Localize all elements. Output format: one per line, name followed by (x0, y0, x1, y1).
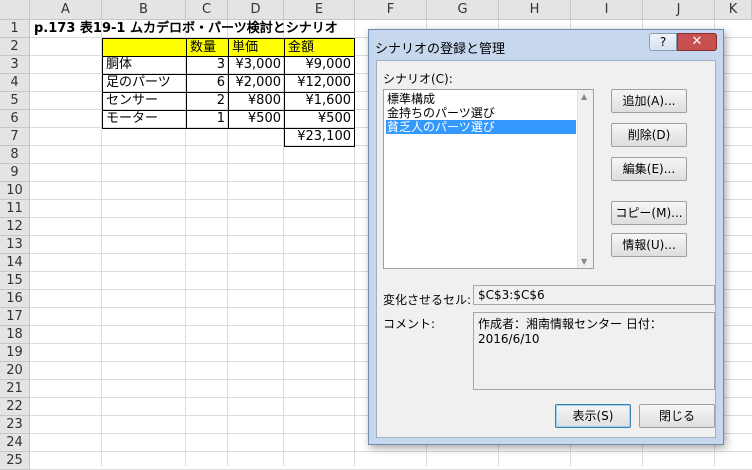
column-header-e[interactable]: E (284, 0, 355, 20)
row-header[interactable]: 1 (0, 20, 30, 38)
scroll-down-icon[interactable]: ▼ (581, 257, 587, 266)
row-header[interactable]: 10 (0, 182, 30, 200)
row-header[interactable]: 12 (0, 218, 30, 236)
row-header[interactable]: 19 (0, 344, 30, 362)
show-button[interactable]: 表示(S) (555, 404, 631, 428)
item-amount-cell[interactable]: ¥9,000 (284, 56, 355, 75)
row-header[interactable]: 14 (0, 254, 30, 272)
item-name-cell[interactable]: 胴体 (102, 56, 186, 75)
edit-button[interactable]: 編集(E)... (611, 157, 687, 181)
comment-label: コメント: (383, 317, 436, 331)
column-header-j[interactable]: J (643, 0, 715, 20)
scenario-list-label: シナリオ(C): (383, 72, 453, 86)
delete-button[interactable]: 削除(D) (611, 123, 687, 147)
header-qty[interactable]: 数量 (186, 38, 228, 57)
column-header-a[interactable]: A (30, 0, 102, 20)
changing-cells-field: $C$3:$C$6 (473, 285, 715, 305)
row-header[interactable]: 24 (0, 434, 30, 452)
column-header-k[interactable]: K (715, 0, 752, 20)
scroll-up-icon[interactable]: ▲ (581, 92, 587, 101)
row-header[interactable]: 23 (0, 416, 30, 434)
row-header[interactable]: 4 (0, 74, 30, 92)
row-header[interactable]: 3 (0, 56, 30, 74)
row-header[interactable]: 11 (0, 200, 30, 218)
item-price-cell[interactable]: ¥3,000 (228, 56, 284, 75)
item-amount-cell[interactable]: ¥1,600 (284, 92, 355, 111)
list-scrollbar[interactable]: ▲ ▼ (577, 90, 593, 268)
column-header-i[interactable]: I (571, 0, 643, 20)
item-name-cell[interactable]: 足のパーツ (102, 74, 186, 93)
item-qty-cell[interactable]: 3 (186, 56, 228, 75)
row-header[interactable]: 20 (0, 362, 30, 380)
close-icon[interactable]: ✕ (677, 33, 717, 51)
scenario-listbox[interactable]: 標準構成 金持ちのパーツ選び 貧乏人のパーツ選び ▲ ▼ (383, 89, 594, 269)
item-qty-cell[interactable]: 2 (186, 92, 228, 111)
item-name-cell[interactable]: モーター (102, 110, 186, 129)
item-qty-cell[interactable]: 6 (186, 74, 228, 93)
item-qty-cell[interactable]: 1 (186, 110, 228, 129)
header-price[interactable]: 単価 (228, 38, 284, 57)
row-header[interactable]: 7 (0, 128, 30, 146)
header-amount[interactable]: 金額 (284, 38, 355, 57)
select-all-corner[interactable] (0, 0, 30, 20)
column-header-f[interactable]: F (355, 0, 427, 20)
item-price-cell[interactable]: ¥800 (228, 92, 284, 111)
copy-button[interactable]: コピー(M)... (611, 201, 687, 225)
column-header-c[interactable]: C (186, 0, 228, 20)
row-header[interactable]: 6 (0, 110, 30, 128)
changing-cells-label: 変化させるセル: (383, 293, 472, 307)
row-header[interactable]: 21 (0, 380, 30, 398)
list-item[interactable]: 標準構成 (386, 92, 436, 106)
row-header[interactable]: 22 (0, 398, 30, 416)
total-amount-cell[interactable]: ¥23,100 (284, 128, 355, 147)
column-header-b[interactable]: B (102, 0, 186, 20)
list-item-selected[interactable]: 貧乏人のパーツ選び (386, 120, 576, 134)
column-header-d[interactable]: D (228, 0, 284, 20)
row-header[interactable]: 16 (0, 290, 30, 308)
sheet-title[interactable]: p.173 表19-1 ムカデロボ・パーツ検討とシナリオ (31, 20, 341, 38)
item-price-cell[interactable]: ¥500 (228, 110, 284, 129)
column-header-g[interactable]: G (427, 0, 499, 20)
info-button[interactable]: 情報(U)... (611, 233, 687, 257)
header-blank-cell[interactable] (102, 38, 186, 57)
row-header[interactable]: 8 (0, 146, 30, 164)
row-header[interactable]: 15 (0, 272, 30, 290)
item-amount-cell[interactable]: ¥500 (284, 110, 355, 129)
list-item[interactable]: 金持ちのパーツ選び (386, 106, 496, 120)
row-header[interactable]: 18 (0, 326, 30, 344)
row-header[interactable]: 5 (0, 92, 30, 110)
row-header[interactable]: 13 (0, 236, 30, 254)
add-button[interactable]: 追加(A)... (611, 89, 687, 113)
item-amount-cell[interactable]: ¥12,000 (284, 74, 355, 93)
close-button[interactable]: 閉じる (639, 404, 715, 428)
row-header[interactable]: 9 (0, 164, 30, 182)
row-header[interactable]: 25 (0, 452, 30, 470)
scenario-manager-dialog: シナリオの登録と管理 ? ✕ シナリオ(C): 標準構成 金持ちのパーツ選び 貧… (368, 29, 724, 445)
help-button[interactable]: ? (649, 33, 677, 51)
column-header-h[interactable]: H (499, 0, 571, 20)
row-header[interactable]: 17 (0, 308, 30, 326)
dialog-body: シナリオ(C): 標準構成 金持ちのパーツ選び 貧乏人のパーツ選び ▲ ▼ 追加… (376, 60, 716, 438)
item-name-cell[interactable]: センサー (102, 92, 186, 111)
item-price-cell[interactable]: ¥2,000 (228, 74, 284, 93)
dialog-title: シナリオの登録と管理 (375, 42, 506, 57)
row-header[interactable]: 2 (0, 38, 30, 56)
comment-field: 作成者：湘南情報センター 日付：2016/6/10 (473, 312, 715, 390)
